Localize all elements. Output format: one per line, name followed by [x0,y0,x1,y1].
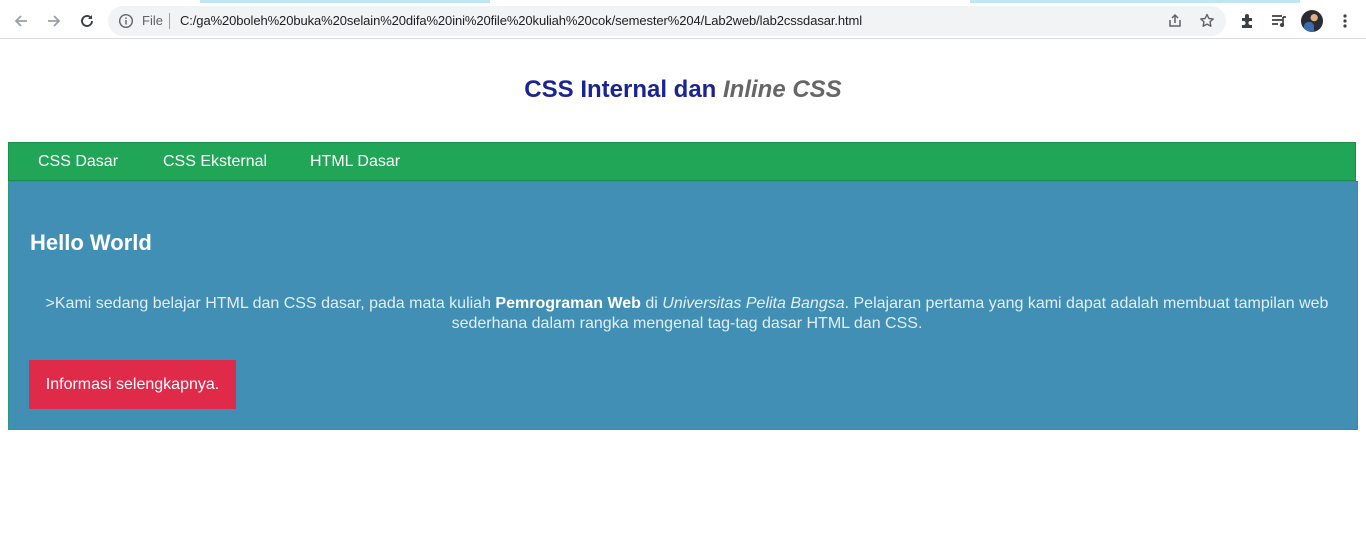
forward-icon[interactable] [41,8,67,34]
omnibox-divider [169,13,170,29]
extensions-icon[interactable] [1239,12,1257,30]
profile-avatar[interactable] [1301,10,1323,32]
nav-link-css-eksternal[interactable]: CSS Eksternal [163,143,267,182]
browser-toolbar: File C:/ga%20boleh%20buka%20selain%20dif… [0,3,1366,39]
url-text[interactable]: C:/ga%20boleh%20buka%20selain%20difa%20i… [180,13,862,29]
page-title-main: CSS Internal dan [524,76,723,103]
menu-icon[interactable] [1336,12,1354,30]
page-title-italic: Inline CSS [723,76,842,103]
hero-paragraph: >Kami sedang belajar HTML dan CSS dasar,… [45,294,1329,334]
reload-icon[interactable] [74,8,100,34]
hero-text-part: >Kami sedang belajar HTML dan CSS dasar,… [45,295,496,312]
hero-text-bold: Pemrograman Web [495,295,641,312]
hero-text-part: di [640,295,663,312]
more-info-button[interactable]: Informasi selengkapnya. [29,360,236,409]
media-queue-icon[interactable] [1270,12,1288,30]
nav-link-css-dasar[interactable]: CSS Dasar [38,143,118,182]
info-icon[interactable] [118,13,134,29]
back-icon[interactable] [8,8,34,34]
hero-heading: Hello World [30,230,152,255]
file-label: File [142,13,163,28]
address-bar[interactable]: File C:/ga%20boleh%20buka%20selain%20dif… [108,6,1226,36]
main-navbar: CSS Dasar CSS Eksternal HTML Dasar [8,142,1356,181]
share-icon[interactable] [1166,12,1184,30]
hero-section: Hello World >Kami sedang belajar HTML da… [8,181,1358,430]
page-title: CSS Internal dan Inline CSS [0,76,1366,104]
nav-link-html-dasar[interactable]: HTML Dasar [310,143,400,182]
star-icon[interactable] [1198,12,1216,30]
hero-text-italic: Universitas Pelita Bangsa [662,295,845,312]
